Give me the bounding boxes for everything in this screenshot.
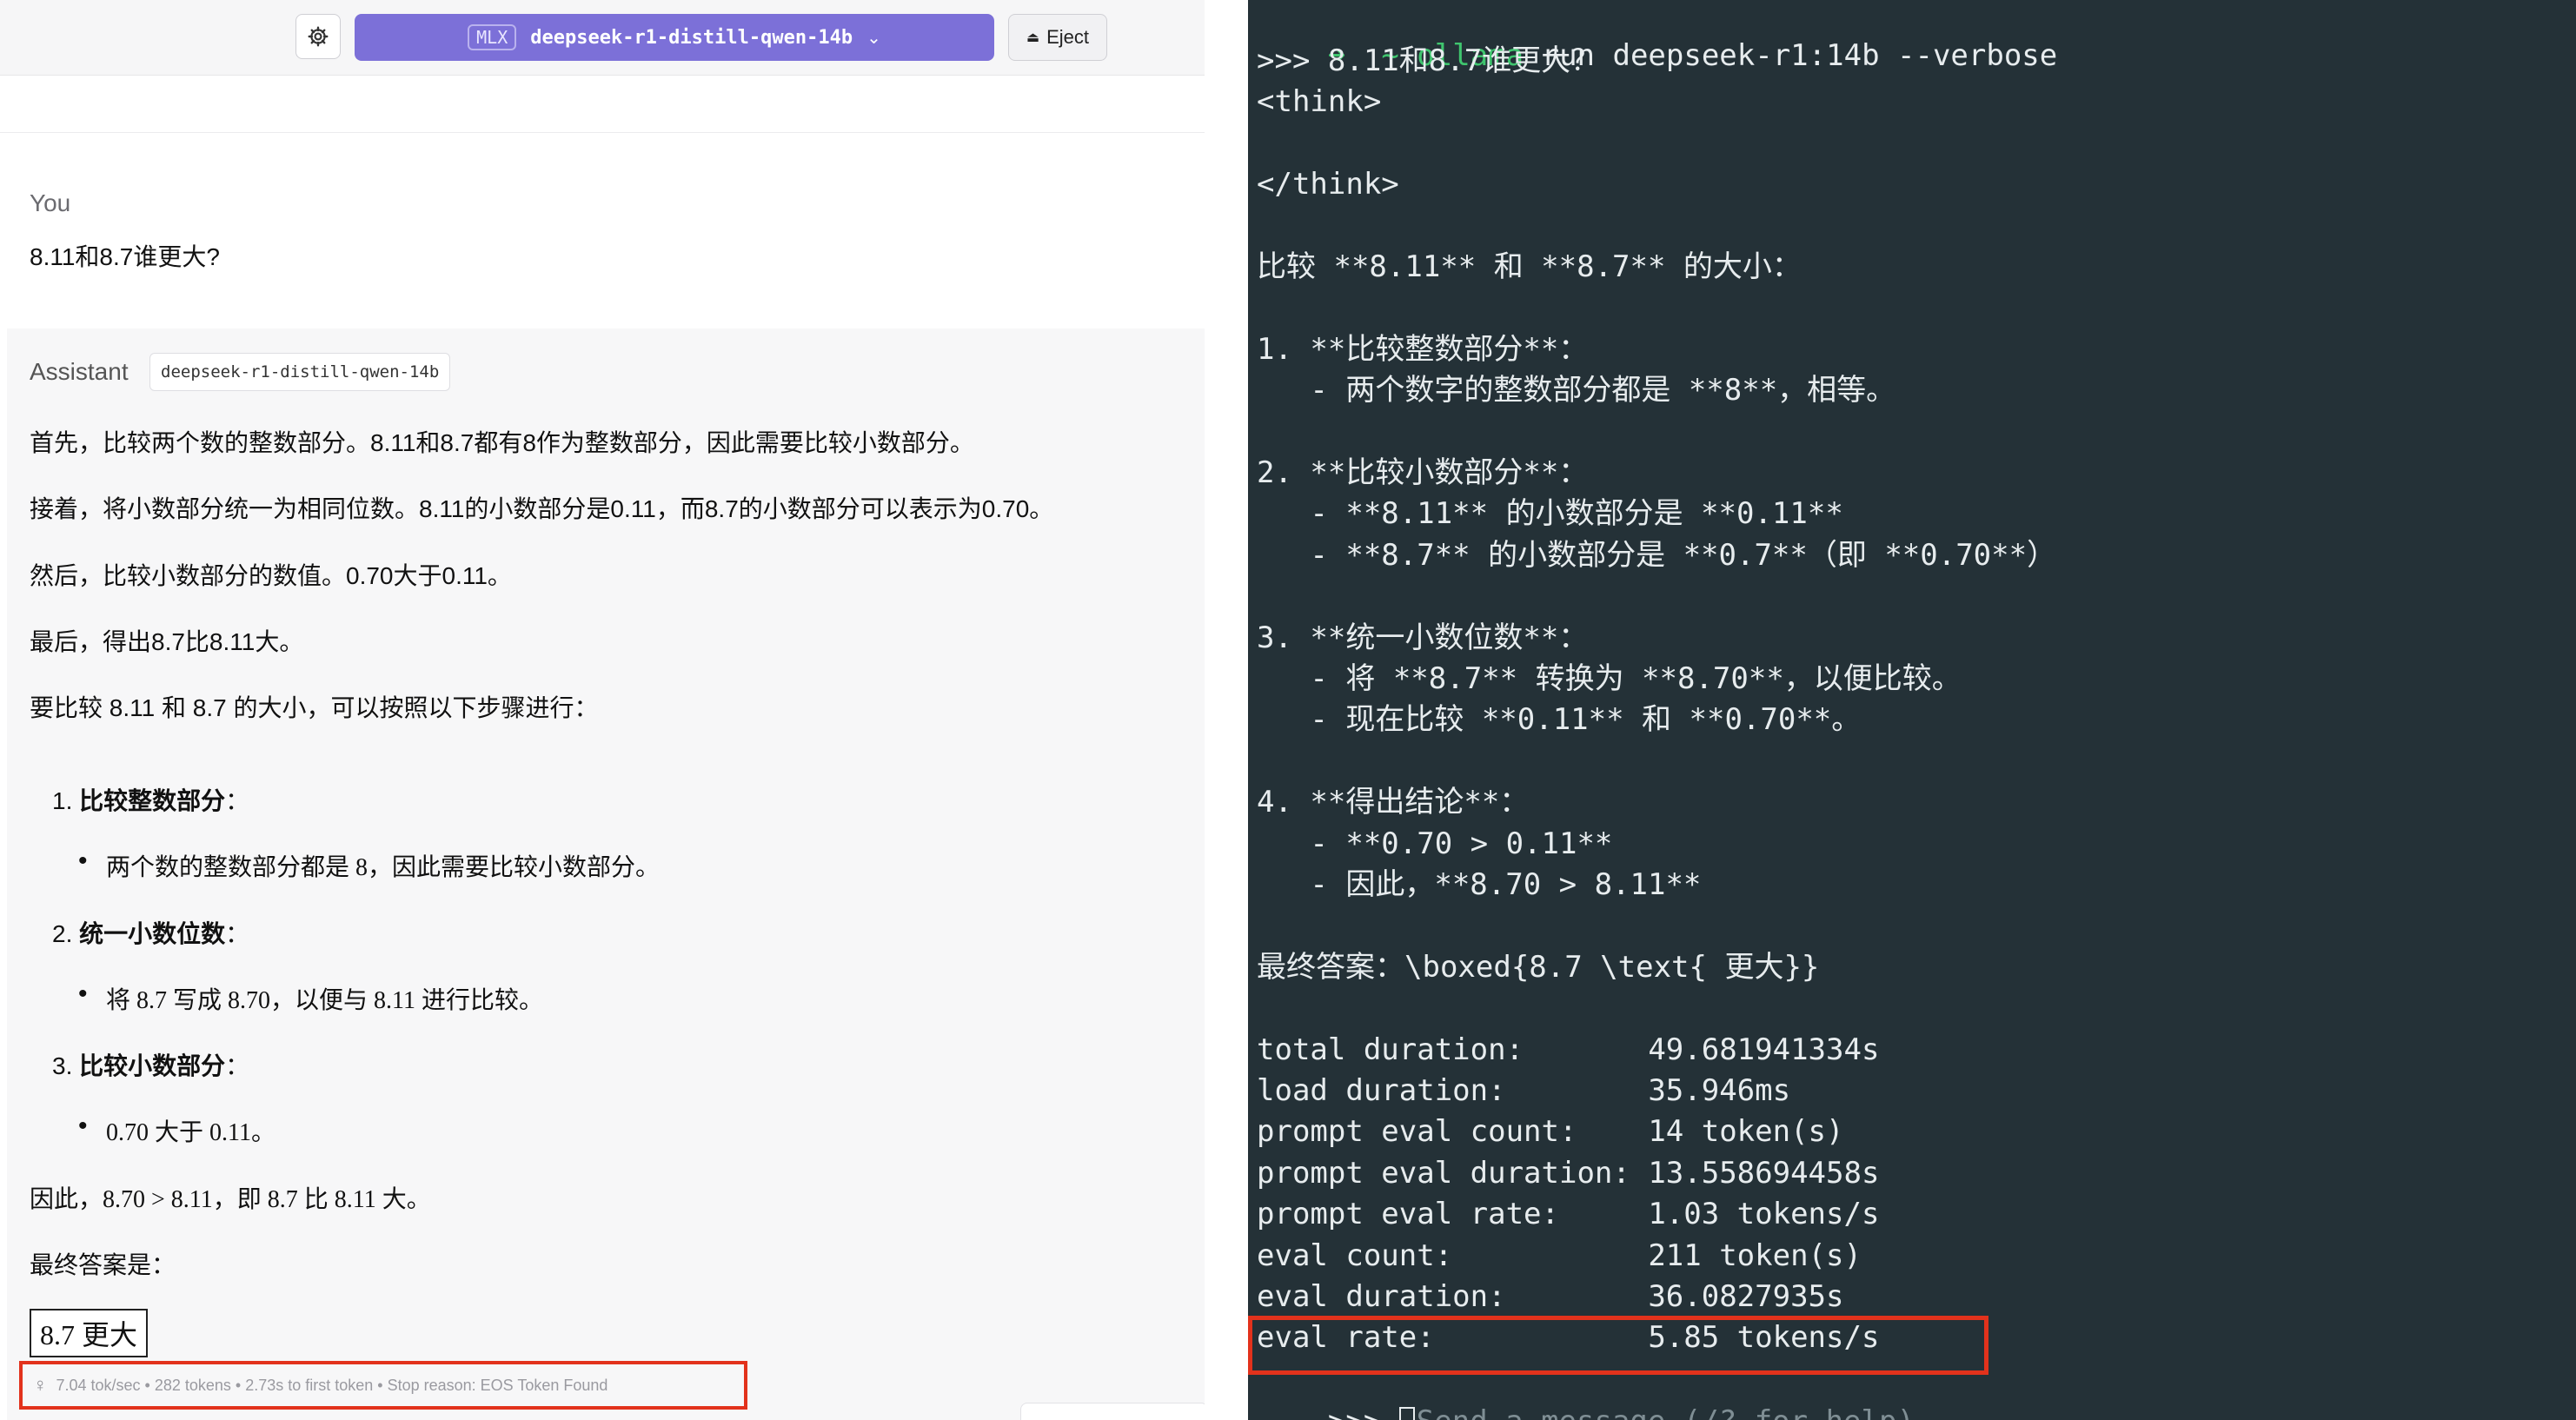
step-number: 3.: [52, 1052, 73, 1079]
terminal-line: - **8.11** 的小数部分是 **0.11**: [1257, 496, 1843, 532]
terminal-line: - **8.7** 的小数部分是 **0.7**（即 **0.70**）: [1257, 537, 2057, 573]
assistant-paragraph: 要比较 8.11 和 8.7 的大小，可以按照以下步骤进行：: [30, 694, 599, 721]
settings-button[interactable]: [295, 14, 341, 59]
terminal-line: total duration: 49.681941334s: [1257, 1032, 1880, 1067]
step-number: 2.: [52, 920, 73, 947]
step-item: 2. 统一小数位数：: [52, 915, 249, 950]
assistant-paragraph: 接着，将小数部分统一为相同位数。8.11的小数部分是0.11，而8.7的小数部分…: [30, 495, 1054, 522]
final-answer-box: 8.7 更大: [30, 1309, 149, 1357]
terminal-line: - 两个数字的整数部分都是 **8**，相等。: [1257, 373, 1896, 408]
terminal-line: 1. **比较整数部分**：: [1257, 331, 1589, 367]
assistant-paragraph: 然后，比较小数部分的数值。0.70大于0.11。: [30, 562, 512, 589]
terminal-line: 比较 **8.11** 和 **8.7** 的大小：: [1257, 249, 1802, 284]
step-bullet: 将 8.7 写成 8.70，以便与 8.11 进行比较。: [78, 979, 543, 1016]
user-role-label: You: [30, 189, 71, 216]
terminal-line: <think>: [1257, 84, 1382, 120]
terminal-line: 2. **比较小数部分**：: [1257, 455, 1589, 490]
terminal-line: - 因此，**8.70 > 8.11**: [1257, 867, 1702, 902]
input-box-edge[interactable]: [1020, 1403, 1208, 1420]
assistant-paragraph: 首先，比较两个数的整数部分。8.11和8.7都有8作为整数部分，因此需要比较小数…: [30, 429, 974, 456]
terminal-line: - 将 **8.7** 转换为 **8.70**，以便比较。: [1257, 661, 1962, 696]
user-message: 8.11和8.7谁更大?: [30, 243, 220, 270]
assistant-paragraph: 最后，得出8.7比8.11大。: [30, 628, 304, 655]
input-line[interactable]: >>> Send a message (/? for help): [1257, 1370, 1915, 1420]
terminal-line: >>> 8.11和8.7谁更大？: [1257, 43, 1601, 78]
gear-icon: [308, 26, 329, 47]
chat-pane: MLX deepseek-r1-distill-qwen-14b ⌄ ⏏ Eje…: [0, 0, 1248, 1420]
step-number: 1.: [52, 787, 73, 814]
conclusion-text: 因此，8.70 > 8.11，即 8.7 比 8.11 大。: [30, 1186, 431, 1213]
step-colon: ：: [225, 920, 250, 947]
terminal-line: prompt eval count: 14 token(s): [1257, 1114, 1844, 1150]
step-title: 比较小数部分: [79, 1052, 226, 1079]
eval-rate-highlight: [1248, 1316, 1988, 1375]
terminal-line: </think>: [1257, 167, 1399, 202]
model-name: deepseek-r1-distill-qwen-14b: [530, 26, 853, 49]
input-prompt: >>>: [1328, 1404, 1399, 1420]
terminal-line: eval duration: 36.0827935s: [1257, 1279, 1844, 1314]
pane-separator: [1205, 0, 1248, 1420]
final-answer-label: 最终答案是：: [30, 1251, 176, 1278]
mlx-badge: MLX: [468, 24, 517, 50]
chat-toolbar: MLX deepseek-r1-distill-qwen-14b ⌄ ⏏ Eje…: [0, 0, 1206, 76]
step-colon: ：: [225, 1052, 250, 1079]
text-cursor: [1398, 1406, 1415, 1420]
terminal-pane[interactable]: ➜ ~ ollama run deepseek-r1:14b --verbose…: [1248, 0, 2576, 1420]
step-colon: ：: [225, 787, 250, 814]
generation-stats: ♀ 7.04 tok/sec • 282 tokens • 2.73s to f…: [19, 1361, 747, 1410]
terminal-line: prompt eval duration: 13.558694458s: [1257, 1155, 1880, 1191]
terminal-line: - 现在比较 **0.11** 和 **0.70**。: [1257, 702, 1862, 738]
terminal-line: prompt eval rate: 1.03 tokens/s: [1257, 1197, 1880, 1232]
terminal-line: 4. **得出结论**：: [1257, 785, 1530, 820]
assistant-role-label: Assistant: [30, 358, 129, 385]
terminal-line: 3. **统一小数位数**：: [1257, 620, 1589, 655]
step-bullet: 两个数的整数部分都是 8，因此需要比较小数部分。: [78, 846, 660, 883]
step-item: 1. 比较整数部分：: [52, 782, 249, 817]
terminal-line: eval count: 211 token(s): [1257, 1238, 1862, 1273]
step-title: 统一小数位数: [79, 920, 226, 947]
input-placeholder: Send a message (/? for help): [1417, 1404, 1915, 1420]
terminal-line: load duration: 35.946ms: [1257, 1073, 1791, 1108]
eject-label: Eject: [1046, 26, 1090, 48]
step-bullet: 0.70 大于 0.11。: [78, 1111, 276, 1148]
lightbulb-icon: ♀: [33, 1374, 48, 1396]
terminal-line: 最终答案：\boxed{8.7 \text{ 更大}}: [1257, 949, 1820, 985]
model-selector[interactable]: MLX deepseek-r1-distill-qwen-14b ⌄: [355, 14, 994, 61]
eject-button[interactable]: ⏏ Eject: [1008, 14, 1107, 61]
stats-text: 7.04 tok/sec • 282 tokens • 2.73s to fir…: [56, 1376, 608, 1394]
step-item: 3. 比较小数部分：: [52, 1047, 249, 1082]
eject-icon: ⏏: [1026, 30, 1040, 45]
assistant-model-badge: deepseek-r1-distill-qwen-14b: [149, 353, 451, 391]
divider: [0, 132, 1206, 133]
step-title: 比较整数部分: [79, 787, 226, 814]
command-args: run deepseek-r1:14b --verbose: [1541, 38, 2058, 73]
terminal-line: - **0.70 > 0.11**: [1257, 826, 1613, 861]
chevron-down-icon: ⌄: [866, 28, 881, 48]
